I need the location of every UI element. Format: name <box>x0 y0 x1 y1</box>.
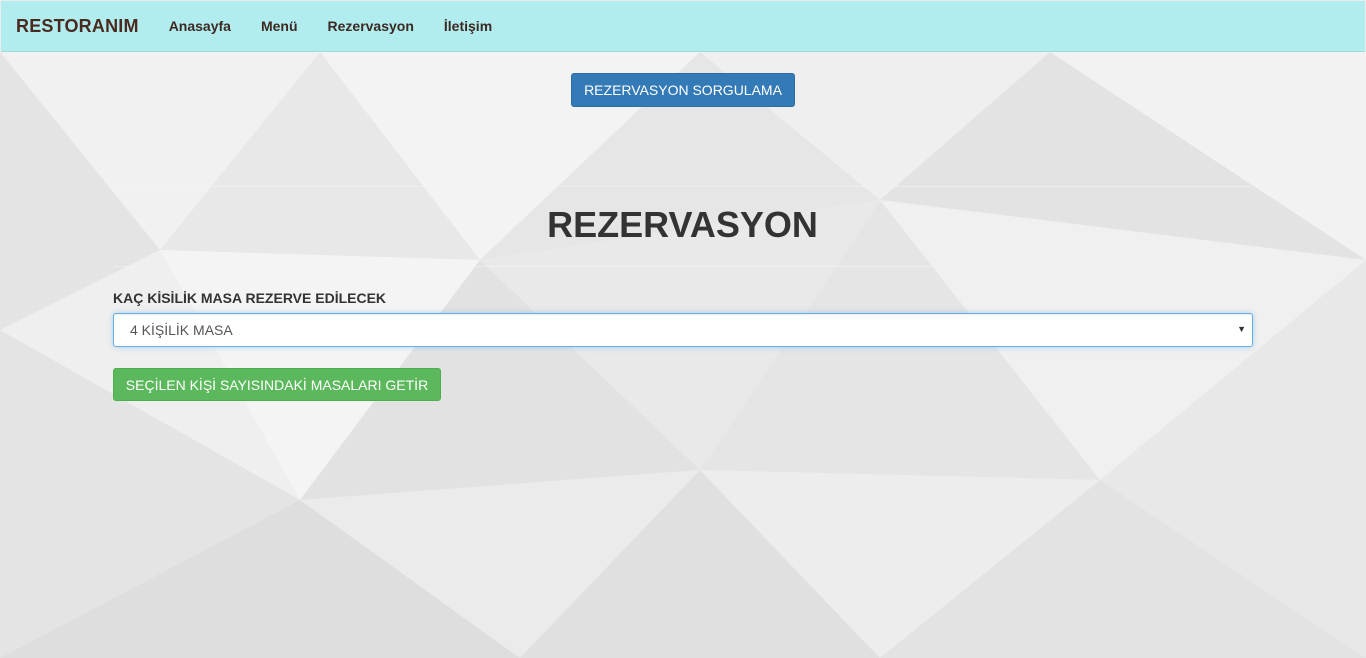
top-navbar: RESTORANIM Anasayfa Menü Rezervasyon İle… <box>1 1 1365 52</box>
table-size-selected-value: 4 KİŞİLİK MASA <box>130 322 233 338</box>
divider-bottom <box>113 266 1252 267</box>
fetch-tables-button[interactable]: SEÇİLEN KİŞİ SAYISINDAKİ MASALARI GETİR <box>113 368 441 401</box>
main-content: REZERVASYON SORGULAMA REZERVASYON KAÇ Kİ… <box>0 52 1366 658</box>
table-size-label: KAÇ KİSİLİK MASA REZERVE EDİLECEK <box>113 290 387 306</box>
divider-top <box>113 186 1252 187</box>
page-title: REZERVASYON <box>547 204 818 245</box>
brand-logo[interactable]: RESTORANIM <box>16 16 139 37</box>
table-size-select[interactable]: 4 KİŞİLİK MASA ▼ <box>113 313 1253 347</box>
reservation-query-button[interactable]: REZERVASYON SORGULAMA <box>571 73 795 107</box>
caret-down-icon: ▼ <box>1237 324 1246 334</box>
nav-link-menu[interactable]: Menü <box>246 18 313 34</box>
nav-link-contact[interactable]: İletişim <box>429 18 507 34</box>
nav-link-home[interactable]: Anasayfa <box>154 18 246 34</box>
nav-link-reservation[interactable]: Rezervasyon <box>313 18 429 34</box>
